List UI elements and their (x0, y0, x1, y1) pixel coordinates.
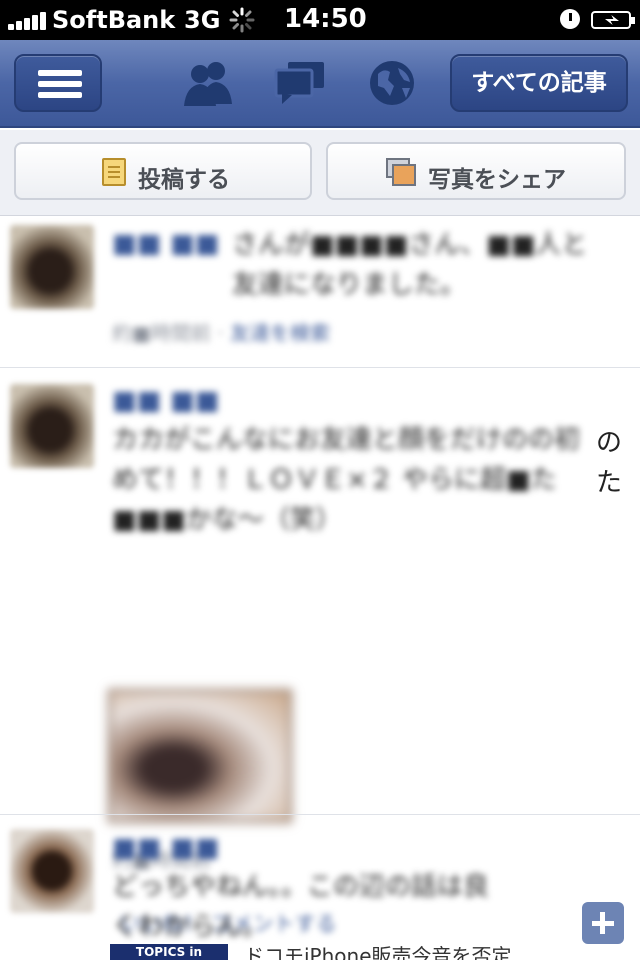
news-ticker[interactable]: TOPICS in ドコモiPhone販売今音を否定 (0, 944, 640, 960)
story-photo[interactable] (108, 689, 292, 823)
carrier-name: SoftBank (52, 6, 176, 34)
text-overflow-fragment: の (596, 428, 623, 458)
friend-requests-icon[interactable] (180, 58, 236, 108)
story-text: どっちやねん。。この辺の話は良くわからん。 (112, 872, 490, 942)
notifications-globe-icon[interactable] (364, 58, 420, 108)
find-friends-link[interactable]: 友達を検索 (230, 321, 330, 345)
nav-bar: すべての記事 (0, 40, 640, 128)
feed-story: ■■ ■■ さんが■■■■さん、■■人と友達になりました。 約■時間前 · 友達… (0, 217, 640, 367)
post-status-button[interactable]: 投稿する (14, 142, 312, 200)
status-time: 14:50 (284, 4, 367, 34)
feed-story: ■■ ■■ カカがこんなにお友達と顔をだけのの初めて！！！ＬＯＶＥ×２ やらに超… (0, 368, 640, 954)
all-stories-button[interactable]: すべての記事 (450, 54, 628, 112)
text-overflow-fragment: た (596, 468, 623, 498)
ticker-logo: TOPICS in (110, 944, 228, 960)
network-type: 3G (184, 6, 221, 34)
story-author[interactable]: ■■ ■■ (112, 386, 219, 416)
alarm-icon (560, 9, 580, 29)
feed-story: ■■ ■■ どっちやねん。。この辺の話は良くわからん。 (0, 815, 640, 955)
story-author[interactable]: ■■ ■■ (112, 229, 219, 259)
story-author[interactable]: ■■ ■■ (112, 833, 219, 863)
avatar[interactable] (10, 225, 94, 309)
menu-button[interactable] (14, 54, 102, 112)
avatar[interactable] (10, 384, 94, 468)
story-meta: 約■時間前 · 友達を検索 (112, 321, 330, 345)
news-feed: ■■ ■■ さんが■■■■さん、■■人と友達になりました。 約■時間前 · 友達… (0, 217, 640, 960)
share-photo-label: 写真をシェア (428, 167, 566, 193)
composer-actions: 投稿する 写真をシェア (0, 130, 640, 216)
share-photo-button[interactable]: 写真をシェア (326, 142, 626, 200)
photo-icon (386, 158, 416, 186)
story-timestamp: 約■時間前 (112, 321, 211, 345)
avatar[interactable] (10, 829, 94, 913)
post-status-label: 投稿する (138, 167, 230, 193)
battery-charging-icon (591, 11, 635, 29)
status-bar: SoftBank 3G 14:50 (0, 0, 640, 40)
note-icon (102, 158, 126, 186)
ticker-headline[interactable]: ドコモiPhone販売今音を否定 (244, 944, 512, 960)
activity-spinner-icon (229, 7, 255, 33)
messages-icon[interactable] (272, 58, 328, 108)
story-text: さんが■■■■さん、■■人と友達になりました。 (232, 230, 588, 300)
signal-icon (8, 12, 48, 30)
story-text: カカがこんなにお友達と顔をだけのの初めて！！！ＬＯＶＥ×２ やらに超■た■■■か… (112, 425, 581, 535)
